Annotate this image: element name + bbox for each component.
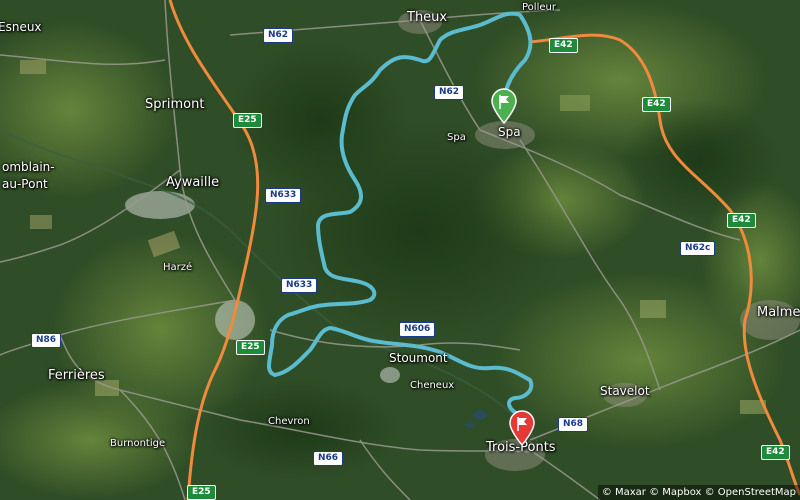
road-shield-e25: E25 (236, 340, 265, 355)
road-shield-e42: E42 (727, 213, 756, 228)
road-shield-e42: E42 (642, 97, 671, 112)
road-shield-n66: N66 (313, 451, 344, 466)
end-marker[interactable] (508, 410, 536, 447)
road-shield-n62: N62 (263, 28, 294, 43)
place-comblain-au-pont: au-Pont (2, 177, 48, 191)
place-burnontige: Burnontige (110, 438, 166, 449)
satellite-map[interactable]: Esneux Theux Polleur Sprimont Spa Spa om… (0, 0, 800, 500)
place-harze: Harzé (163, 262, 193, 273)
place-comblain: omblain- (2, 160, 55, 174)
place-stavelot: Stavelot (600, 384, 650, 398)
place-chevron: Chevron (268, 416, 310, 427)
road-shield-n62c: N62c (680, 241, 716, 256)
place-spa: Spa (498, 125, 521, 139)
road-shield-n633: N633 (281, 278, 318, 293)
road-shield-n86: N86 (31, 333, 62, 348)
place-esneux: Esneux (0, 20, 42, 34)
road-shield-n633: N633 (265, 188, 302, 203)
place-ferrieres: Ferrières (48, 368, 105, 383)
start-marker[interactable] (490, 88, 518, 125)
flag-icon (509, 410, 535, 447)
road-shield-e42: E42 (549, 38, 578, 53)
road-shield-e25: E25 (187, 485, 216, 500)
place-stoumont: Stoumont (389, 351, 448, 365)
place-sprimont: Sprimont (145, 97, 205, 112)
place-cheneux: Cheneux (410, 380, 455, 391)
place-spa-secondary: Spa (447, 132, 466, 143)
flag-icon (491, 88, 517, 125)
place-theux: Theux (407, 10, 448, 25)
place-malmedy: Malme (757, 305, 800, 320)
road-shield-e42: E42 (761, 445, 790, 460)
place-aywaille: Aywaille (166, 175, 220, 190)
road-shield-n68: N68 (558, 417, 589, 432)
map-attribution[interactable]: © Maxar © Mapbox © OpenStreetMap (597, 485, 800, 500)
road-shield-n62: N62 (434, 85, 465, 100)
road-shield-e25: E25 (233, 113, 262, 128)
place-polleur: Polleur (522, 2, 556, 13)
road-shield-n606: N606 (399, 322, 436, 337)
